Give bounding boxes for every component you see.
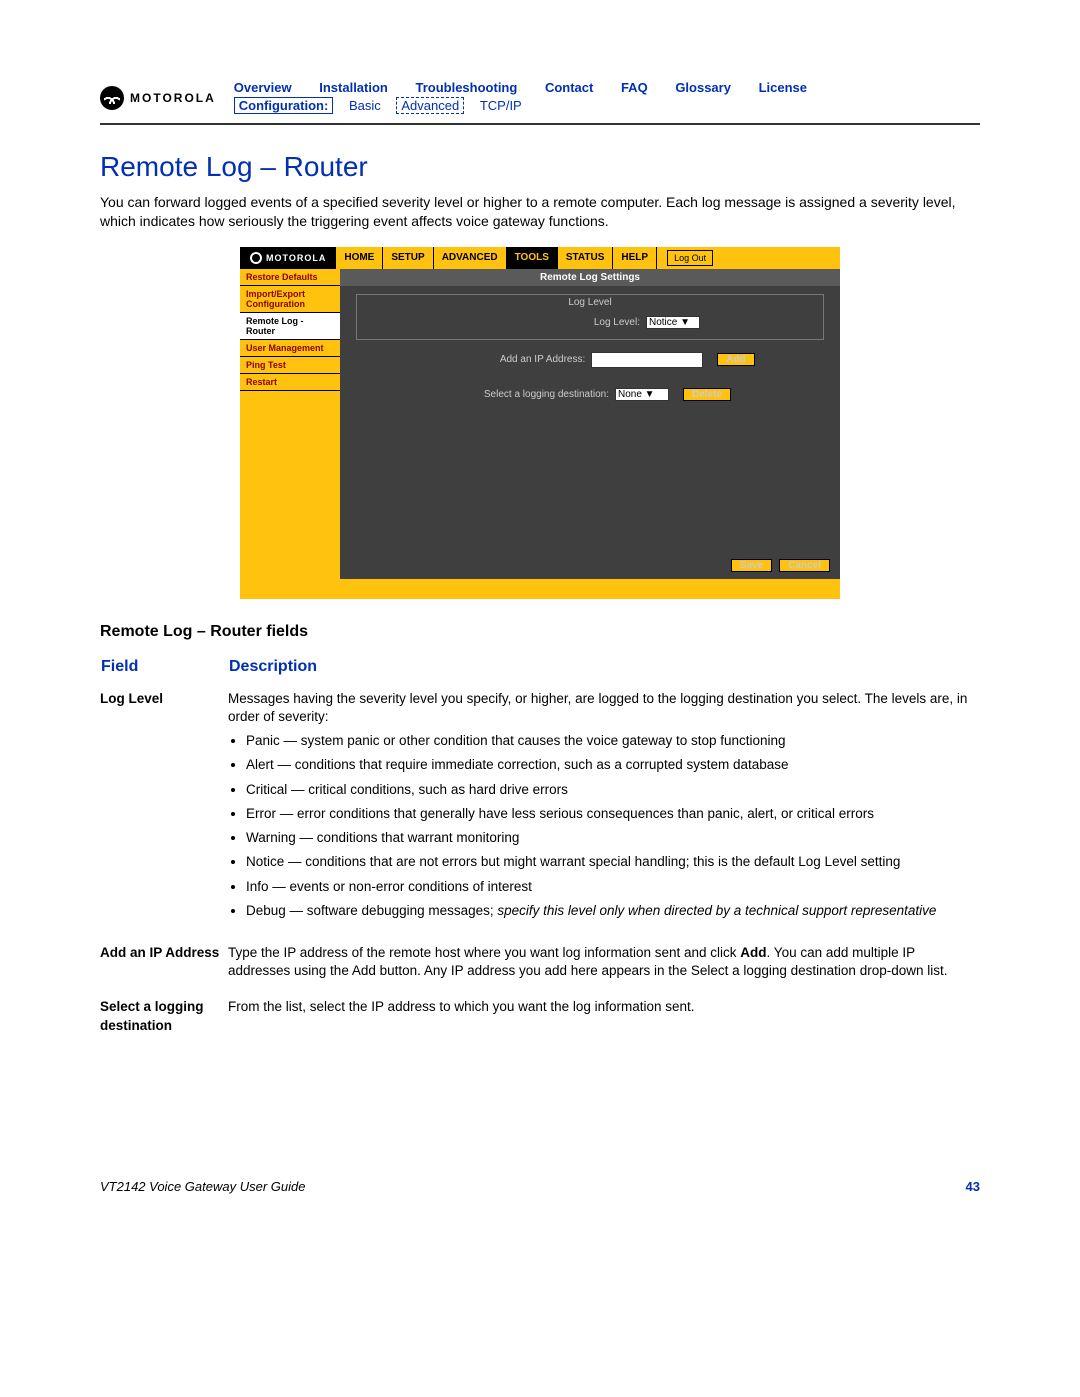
- nav-troubleshooting[interactable]: Troubleshooting: [415, 80, 517, 95]
- row-loglevel-desc: Messages having the severity level you s…: [228, 686, 980, 940]
- motorola-logo-icon: [100, 86, 124, 110]
- fields-heading: Remote Log – Router fields: [100, 623, 980, 641]
- router-screenshot: MOTOROLA HOME SETUP ADVANCED TOOLS STATU…: [240, 247, 840, 599]
- list-item: Alert — conditions that require immediat…: [246, 756, 972, 774]
- list-item: Notice — conditions that are not errors …: [246, 853, 972, 871]
- nav-installation[interactable]: Installation: [319, 80, 388, 95]
- brand-text: MOTOROLA: [130, 91, 216, 105]
- tab-tools[interactable]: TOOLS: [507, 247, 558, 269]
- sidebar-item-restore[interactable]: Restore Defaults: [240, 269, 340, 286]
- sidebar-item-importexport[interactable]: Import/Export Configuration: [240, 286, 340, 313]
- logout-button[interactable]: Log Out: [667, 250, 713, 266]
- nav-glossary[interactable]: Glossary: [675, 80, 731, 95]
- row-loglevel-label: Log Level: [100, 686, 228, 940]
- loglevel-label: Log Level:: [480, 317, 646, 328]
- ss-sidebar: Restore Defaults Import/Export Configura…: [240, 269, 340, 579]
- sidebar-item-ping[interactable]: Ping Test: [240, 357, 340, 374]
- page-title: Remote Log – Router: [100, 151, 980, 183]
- list-item: Panic — system panic or other condition …: [246, 732, 972, 750]
- intro-text: You can forward logged events of a speci…: [100, 193, 980, 231]
- cancel-button[interactable]: Cancel: [779, 559, 830, 572]
- top-nav: Overview Installation Troubleshooting Co…: [234, 80, 980, 95]
- ss-brand: MOTOROLA: [240, 247, 336, 269]
- save-button[interactable]: Save: [731, 559, 772, 572]
- table-row: Log Level Messages having the severity l…: [100, 686, 980, 940]
- nav-contact[interactable]: Contact: [545, 80, 593, 95]
- tab-advanced[interactable]: ADVANCED: [434, 247, 507, 269]
- list-item: Critical — critical conditions, such as …: [246, 781, 972, 799]
- loglevel-panel: Log Level Log Level: Notice ▼: [356, 294, 824, 340]
- sub-nav: Configuration: Basic Advanced TCP/IP: [234, 98, 980, 113]
- subnav-basic[interactable]: Basic: [349, 98, 381, 113]
- delete-button[interactable]: Delete: [683, 388, 731, 401]
- table-row: Add an IP Address Type the IP address of…: [100, 940, 980, 994]
- fields-table: Field Description Log Level Messages hav…: [100, 657, 980, 1049]
- ip-input[interactable]: [591, 352, 703, 368]
- sidebar-item-usermgmt[interactable]: User Management: [240, 340, 340, 357]
- row-dest-desc: From the list, select the IP address to …: [228, 994, 980, 1048]
- subnav-config[interactable]: Configuration:: [234, 97, 334, 114]
- list-item: Info — events or non-error conditions of…: [246, 878, 972, 896]
- row-dest-label: Select a logging destination: [100, 994, 228, 1048]
- col-desc: Description: [228, 657, 980, 686]
- tab-help[interactable]: HELP: [613, 247, 657, 269]
- loglevel-select[interactable]: Notice ▼: [646, 316, 700, 329]
- dest-select[interactable]: None ▼: [615, 388, 669, 401]
- motorola-logo-icon: [250, 252, 262, 264]
- ip-label: Add an IP Address:: [425, 354, 591, 365]
- footer-title: VT2142 Voice Gateway User Guide: [100, 1179, 305, 1194]
- table-row: Select a logging destination From the li…: [100, 994, 980, 1048]
- list-item: Warning — conditions that warrant monito…: [246, 829, 972, 847]
- sidebar-item-restart[interactable]: Restart: [240, 374, 340, 391]
- sidebar-item-remotelog[interactable]: Remote Log - Router: [240, 313, 340, 340]
- divider: [100, 123, 980, 125]
- tab-setup[interactable]: SETUP: [383, 247, 433, 269]
- tab-home[interactable]: HOME: [336, 247, 383, 269]
- page-number: 43: [966, 1179, 980, 1194]
- list-item: Debug — software debugging messages; spe…: [246, 902, 972, 920]
- logo: MOTOROLA: [100, 86, 216, 110]
- loglevel-panel-label: Log Level: [357, 295, 823, 314]
- row-addip-label: Add an IP Address: [100, 940, 228, 994]
- tab-status[interactable]: STATUS: [558, 247, 614, 269]
- subnav-advanced[interactable]: Advanced: [396, 97, 464, 114]
- dest-label: Select a logging destination:: [449, 389, 615, 400]
- ss-section-title: Remote Log Settings: [340, 269, 840, 286]
- add-button[interactable]: Add: [717, 353, 754, 366]
- nav-license[interactable]: License: [759, 80, 807, 95]
- col-field: Field: [100, 657, 228, 686]
- nav-overview[interactable]: Overview: [234, 80, 292, 95]
- row-addip-desc: Type the IP address of the remote host w…: [228, 940, 980, 994]
- list-item: Error — error conditions that generally …: [246, 805, 972, 823]
- nav-faq[interactable]: FAQ: [621, 80, 648, 95]
- subnav-tcpip[interactable]: TCP/IP: [480, 98, 522, 113]
- ss-brand-text: MOTOROLA: [266, 253, 326, 263]
